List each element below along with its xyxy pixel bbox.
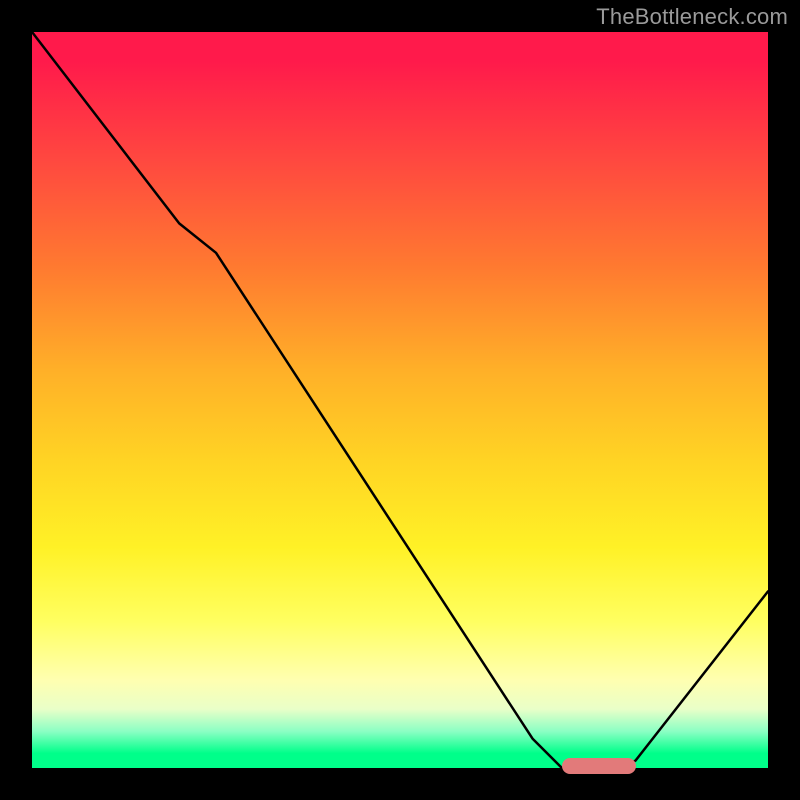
chart-container: TheBottleneck.com: [0, 0, 800, 800]
bottleneck-curve: [32, 32, 768, 768]
optimal-range-marker: [562, 758, 636, 774]
watermark-text: TheBottleneck.com: [596, 4, 788, 30]
plot-area: [32, 32, 768, 768]
